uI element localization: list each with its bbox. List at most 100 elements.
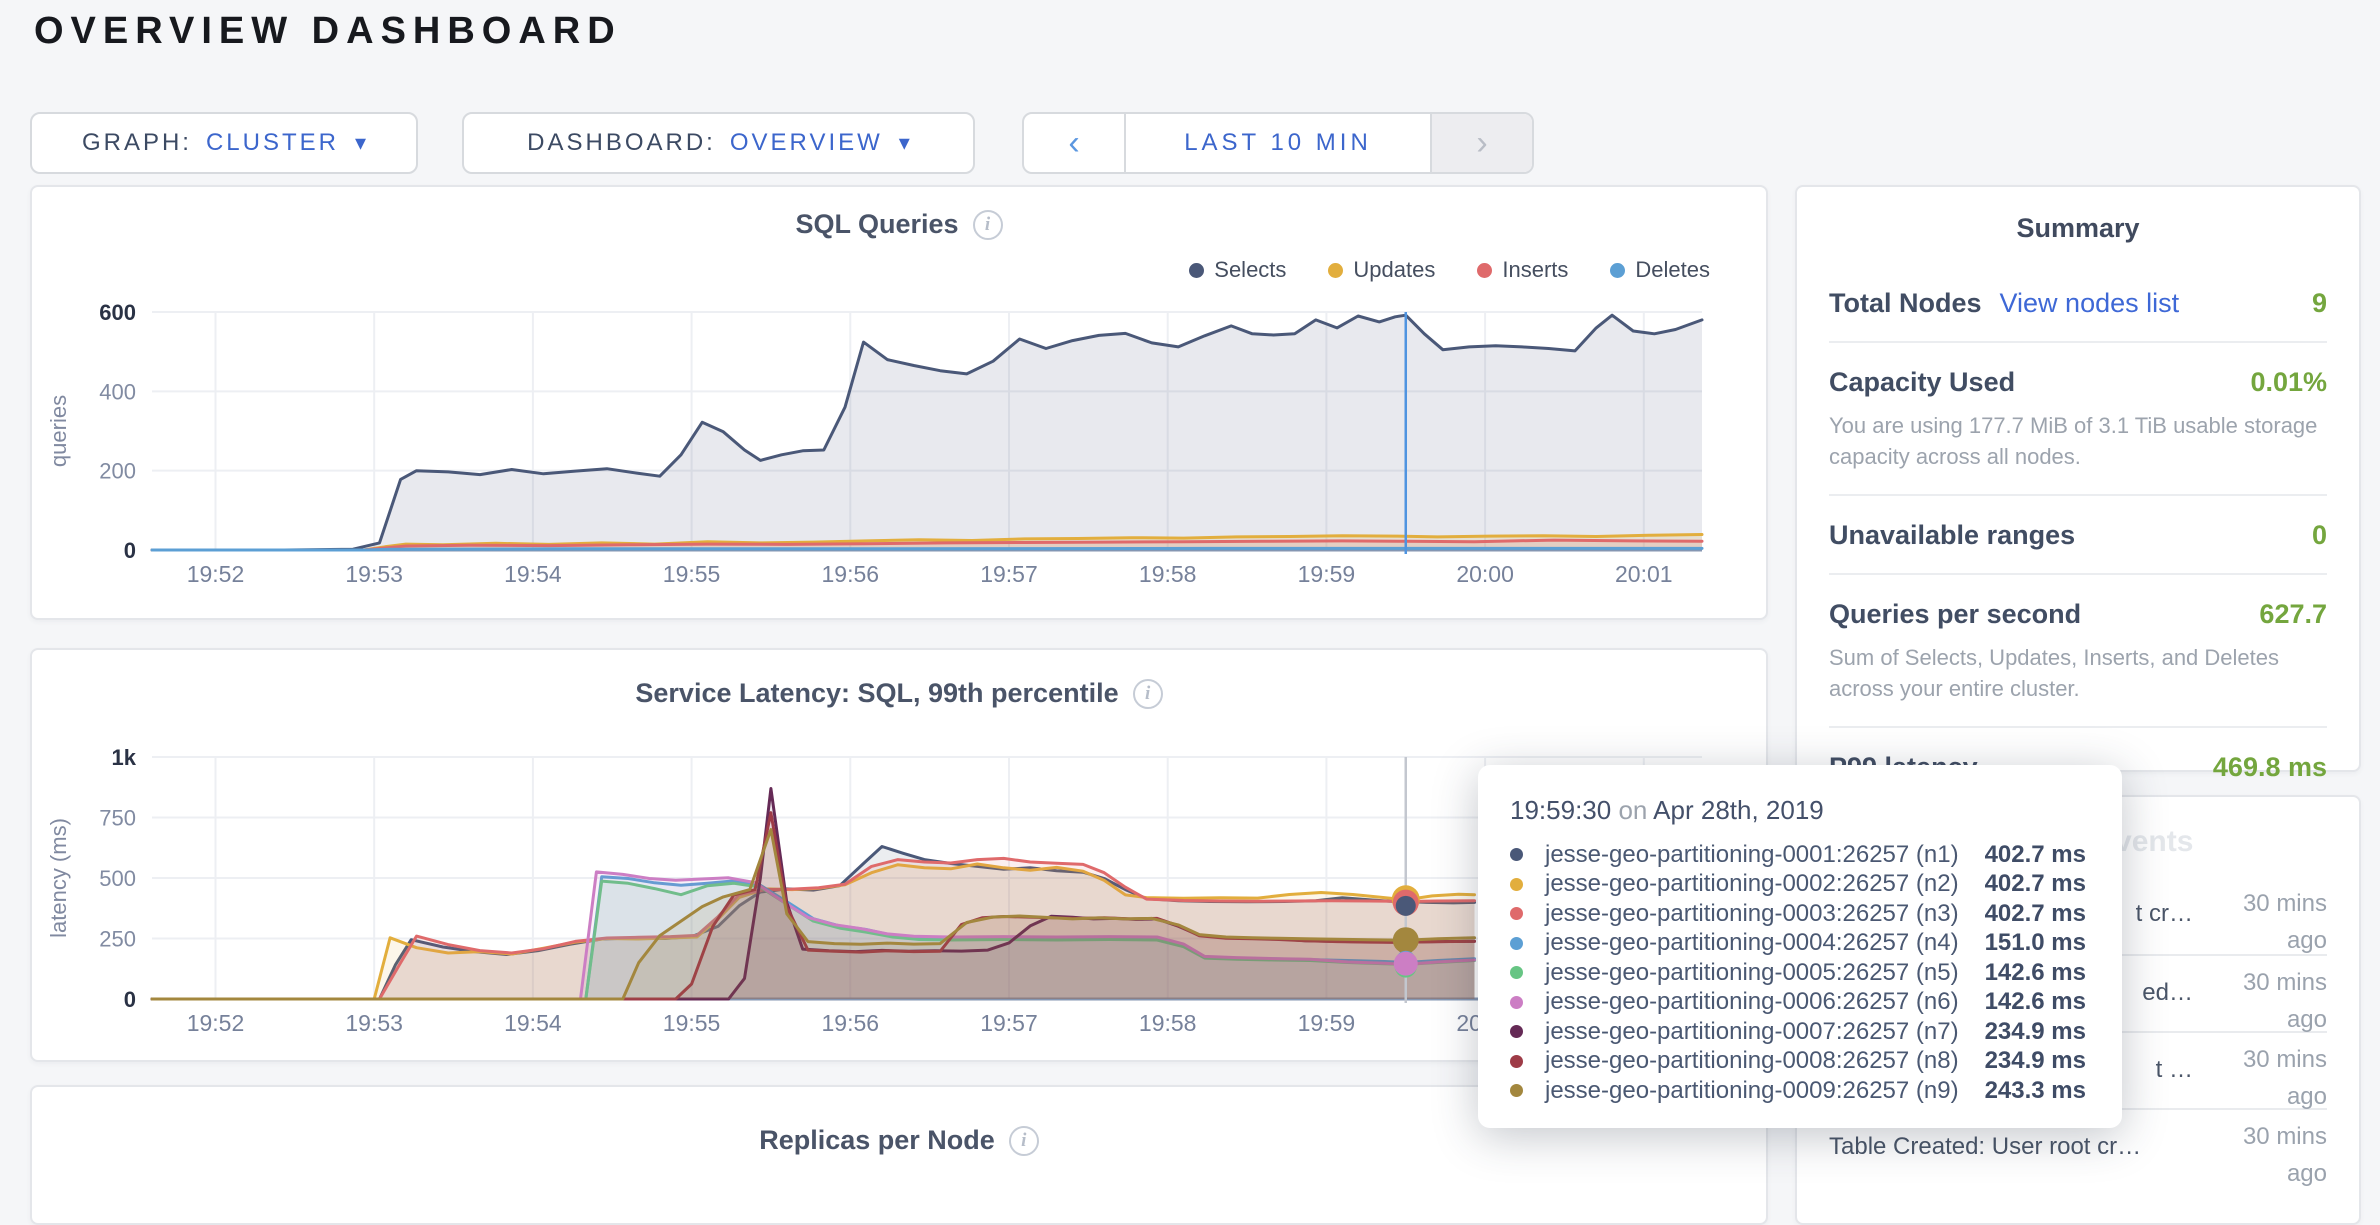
graph-dropdown-label: GRAPH: xyxy=(82,129,192,157)
svg-text:19:57: 19:57 xyxy=(980,561,1038,587)
svg-text:0: 0 xyxy=(124,538,136,563)
event-timestamp: 30 mins ago xyxy=(2209,956,2327,1038)
tooltip-node-row: jesse-geo-partitioning-0009:26257 (n9)24… xyxy=(1510,1076,2086,1106)
tooltip-node-value: 142.6 ms xyxy=(1962,959,2086,987)
chevron-down-icon: ▾ xyxy=(355,130,366,156)
tooltip-node-row: jesse-geo-partitioning-0005:26257 (n5)14… xyxy=(1510,958,2086,988)
tooltip-node-row: jesse-geo-partitioning-0002:26257 (n2)40… xyxy=(1510,870,2086,900)
svg-text:600: 600 xyxy=(99,300,136,325)
tooltip-node-name: jesse-geo-partitioning-0009:26257 (n9) xyxy=(1545,1077,1962,1105)
time-range-label[interactable]: LAST 10 MIN xyxy=(1124,114,1432,172)
summary-row-label: Unavailable ranges xyxy=(1829,520,2075,551)
svg-text:latency (ms): latency (ms) xyxy=(46,818,71,938)
series-dot-icon xyxy=(1510,1084,1523,1097)
tooltip-node-name: jesse-geo-partitioning-0006:26257 (n6) xyxy=(1545,988,1962,1016)
svg-text:19:58: 19:58 xyxy=(1139,561,1197,587)
tooltip-node-value: 402.7 ms xyxy=(1962,900,2086,928)
svg-text:19:59: 19:59 xyxy=(1298,1010,1356,1036)
series-dot-icon xyxy=(1510,878,1523,891)
svg-text:19:55: 19:55 xyxy=(663,561,721,587)
chevron-left-icon: ‹ xyxy=(1068,124,1079,163)
graph-dropdown-value: CLUSTER xyxy=(206,129,339,157)
info-icon[interactable]: i xyxy=(1009,1126,1039,1156)
view-nodes-list-link[interactable]: View nodes list xyxy=(2000,288,2180,319)
svg-text:19:52: 19:52 xyxy=(187,561,245,587)
series-dot-icon xyxy=(1510,1025,1523,1038)
series-dot-icon xyxy=(1510,966,1523,979)
time-range-selector: ‹ LAST 10 MIN › xyxy=(1022,112,1534,174)
time-prev-button[interactable]: ‹ xyxy=(1024,114,1124,172)
page-title: OVERVIEW DASHBOARD xyxy=(34,10,622,53)
tooltip-node-value: 234.9 ms xyxy=(1962,1047,2086,1075)
svg-text:200: 200 xyxy=(99,459,136,484)
tooltip-node-name: jesse-geo-partitioning-0008:26257 (n8) xyxy=(1545,1047,1962,1075)
svg-text:19:55: 19:55 xyxy=(663,1010,721,1036)
summary-row-value: 0 xyxy=(2312,520,2327,551)
summary-row-caption: Sum of Selects, Updates, Inserts, and De… xyxy=(1829,642,2327,704)
summary-row-value: 0.01% xyxy=(2250,367,2327,398)
summary-row-label: Total Nodes xyxy=(1829,288,1982,319)
tooltip-node-row: jesse-geo-partitioning-0003:26257 (n3)40… xyxy=(1510,899,2086,929)
summary-row-label: Queries per second xyxy=(1829,599,2081,630)
tooltip-node-value: 234.9 ms xyxy=(1962,1018,2086,1046)
dashboard-dropdown-value: OVERVIEW xyxy=(730,129,883,157)
svg-text:20:00: 20:00 xyxy=(1456,561,1514,587)
chart-hover-tooltip: 19:59:30 on Apr 28th, 2019 jesse-geo-par… xyxy=(1478,765,2122,1128)
event-timestamp: 30 mins ago xyxy=(2209,877,2327,959)
svg-text:19:52: 19:52 xyxy=(187,1010,245,1036)
svg-text:19:54: 19:54 xyxy=(504,561,562,587)
summary-row: Unavailable ranges 0 xyxy=(1829,496,2327,575)
svg-text:500: 500 xyxy=(99,866,136,891)
svg-text:400: 400 xyxy=(99,379,136,404)
event-timestamp: 30 mins ago xyxy=(2209,1110,2327,1192)
summary-title: Summary xyxy=(1797,213,2359,244)
dashboard-dropdown-label: DASHBOARD: xyxy=(527,129,716,157)
svg-text:19:57: 19:57 xyxy=(980,1010,1038,1036)
dashboard-dropdown[interactable]: DASHBOARD: OVERVIEW ▾ xyxy=(462,112,975,174)
svg-text:queries: queries xyxy=(46,395,71,467)
svg-text:250: 250 xyxy=(99,927,136,952)
svg-text:19:58: 19:58 xyxy=(1139,1010,1197,1036)
summary-row-label: Capacity Used xyxy=(1829,367,2015,398)
tooltip-node-value: 402.7 ms xyxy=(1962,870,2086,898)
tooltip-node-name: jesse-geo-partitioning-0004:26257 (n4) xyxy=(1545,929,1962,957)
tooltip-header: 19:59:30 on Apr 28th, 2019 xyxy=(1510,795,2086,826)
summary-row-caption: You are using 177.7 MiB of 3.1 TiB usabl… xyxy=(1829,410,2327,472)
tooltip-node-value: 243.3 ms xyxy=(1962,1077,2086,1105)
svg-text:19:54: 19:54 xyxy=(504,1010,562,1036)
sql-queries-panel: SQL Queries i SelectsUpdatesInsertsDelet… xyxy=(30,185,1768,620)
graph-dropdown[interactable]: GRAPH: CLUSTER ▾ xyxy=(30,112,418,174)
svg-text:750: 750 xyxy=(99,806,136,831)
event-timestamp: 30 mins ago xyxy=(2209,1033,2327,1115)
tooltip-node-row: jesse-geo-partitioning-0006:26257 (n6)14… xyxy=(1510,988,2086,1018)
tooltip-node-name: jesse-geo-partitioning-0003:26257 (n3) xyxy=(1545,900,1962,928)
tooltip-node-name: jesse-geo-partitioning-0001:26257 (n1) xyxy=(1545,841,1962,869)
summary-row: Capacity Used 0.01% You are using 177.7 Mi… xyxy=(1829,343,2327,496)
series-dot-icon xyxy=(1510,937,1523,950)
svg-text:20:01: 20:01 xyxy=(1615,561,1673,587)
sql-queries-chart[interactable]: 0 200 400 600 19:52 19:53 19:54 19:55 19:56 19:57… xyxy=(32,187,1766,618)
summary-row: Total NodesView nodes list9 xyxy=(1829,264,2327,343)
svg-text:19:56: 19:56 xyxy=(822,561,880,587)
tooltip-node-row: jesse-geo-partitioning-0007:26257 (n7)23… xyxy=(1510,1017,2086,1047)
summary-row: Queries per second 627.7 Sum of Selects, U… xyxy=(1829,575,2327,728)
svg-text:0: 0 xyxy=(124,987,136,1012)
series-dot-icon xyxy=(1510,996,1523,1009)
series-dot-icon xyxy=(1510,1055,1523,1068)
time-next-button[interactable]: › xyxy=(1432,114,1532,172)
tooltip-time: 19:59:30 xyxy=(1510,795,1611,825)
tooltip-node-row: jesse-geo-partitioning-0001:26257 (n1)40… xyxy=(1510,840,2086,870)
overview-dashboard-page: OVERVIEW DASHBOARD GRAPH: CLUSTER ▾ DASH… xyxy=(0,0,2380,1164)
summary-panel: Summary Total NodesView nodes list9Capac… xyxy=(1795,185,2361,772)
series-dot-icon xyxy=(1510,907,1523,920)
tooltip-node-name: jesse-geo-partitioning-0005:26257 (n5) xyxy=(1545,959,1962,987)
svg-text:19:53: 19:53 xyxy=(345,561,403,587)
svg-text:19:53: 19:53 xyxy=(345,1010,403,1036)
tooltip-node-row: jesse-geo-partitioning-0008:26257 (n8)23… xyxy=(1510,1047,2086,1077)
tooltip-node-name: jesse-geo-partitioning-0002:26257 (n2) xyxy=(1545,870,1962,898)
tooltip-node-row: jesse-geo-partitioning-0004:26257 (n4)15… xyxy=(1510,929,2086,959)
tooltip-date: Apr 28th, 2019 xyxy=(1653,795,1824,825)
summary-row-value: 627.7 xyxy=(2259,599,2327,630)
series-dot-icon xyxy=(1510,848,1523,861)
summary-rows: Total NodesView nodes list9Capacity Used… xyxy=(1797,244,2359,805)
